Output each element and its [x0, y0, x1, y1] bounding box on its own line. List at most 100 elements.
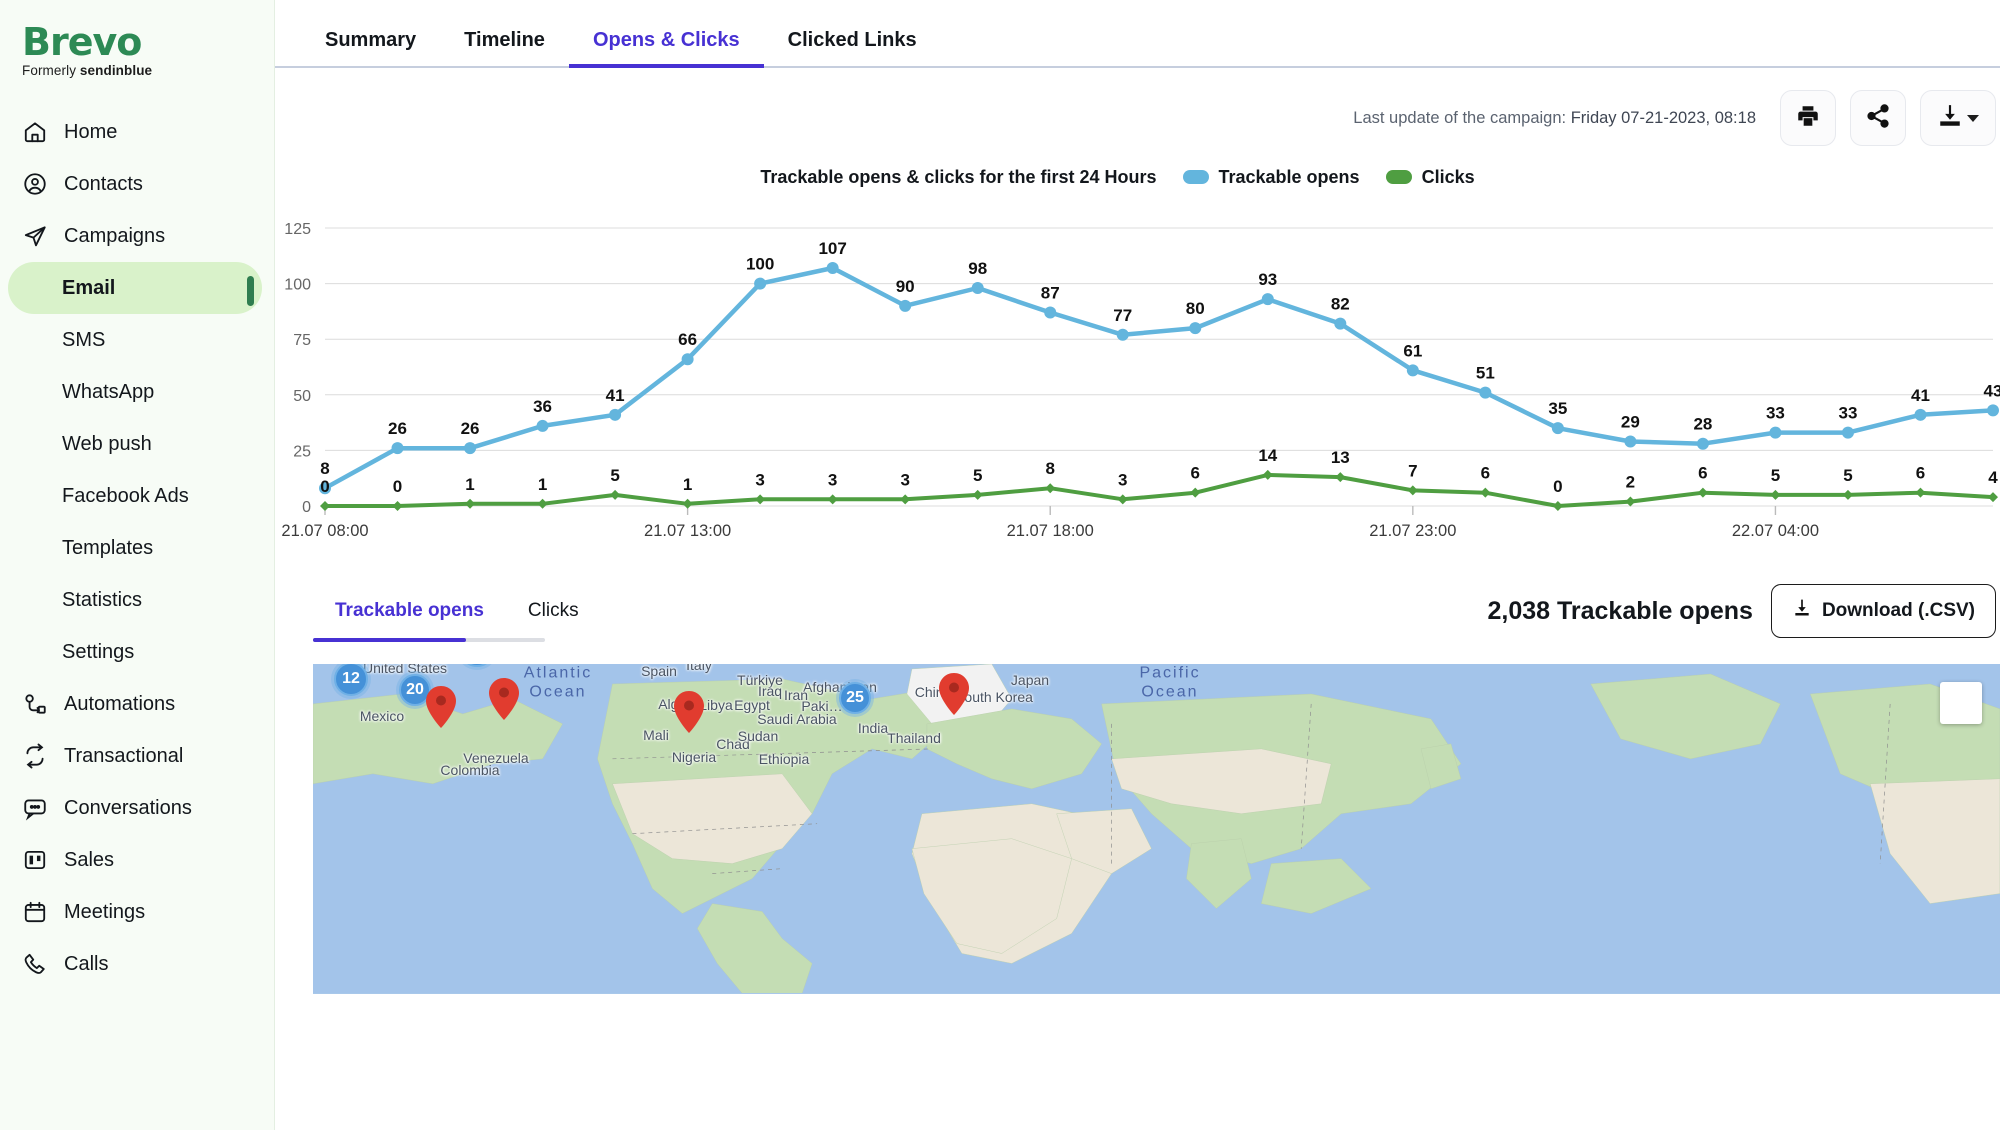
tab-clicks[interactable]: Clicks — [506, 600, 601, 638]
sidebar-item-label: WhatsApp — [62, 380, 155, 403]
svg-text:5: 5 — [1771, 466, 1780, 485]
sidebar-item-home[interactable]: Home — [0, 106, 274, 158]
tab-trackable-opens[interactable]: Trackable opens — [313, 600, 506, 638]
sidebar-item-campaigns[interactable]: Campaigns — [0, 210, 274, 262]
svg-text:1: 1 — [465, 475, 474, 494]
map-ocean-label: NorthPacificOcean — [1139, 664, 1201, 701]
svg-text:66: 66 — [678, 330, 697, 349]
svg-text:22.07 04:00: 22.07 04:00 — [1732, 522, 1819, 540]
svg-text:6: 6 — [1916, 464, 1925, 483]
svg-text:6: 6 — [1698, 464, 1707, 483]
svg-text:0: 0 — [1553, 477, 1562, 496]
share-button[interactable] — [1850, 90, 1906, 146]
home-icon — [22, 119, 48, 145]
trackable-opens-count: 2,038 Trackable opens — [1487, 596, 1753, 625]
map-country-label: Mexico — [359, 708, 405, 724]
sidebar-item-label: Settings — [62, 640, 135, 663]
sidebar-item-label: Email — [62, 276, 116, 299]
svg-text:21.07 23:00: 21.07 23:00 — [1369, 522, 1456, 540]
sidebar-item-calls[interactable]: Calls — [0, 938, 274, 990]
sidebar-item-meetings[interactable]: Meetings — [0, 886, 274, 938]
sidebar-item-statistics[interactable]: Statistics — [0, 574, 274, 626]
fullscreen-button[interactable] — [1940, 682, 1983, 729]
map-pin-marker[interactable] — [489, 678, 519, 725]
tab-summary[interactable]: Summary — [313, 29, 440, 66]
logo-text: Brevo — [22, 20, 142, 64]
map-ocean-label: NorthAtlanticOcean — [523, 664, 593, 701]
chat-icon — [22, 795, 48, 821]
legend-trackable-opens[interactable]: Trackable opens — [1182, 166, 1360, 188]
world-map-graphic — [313, 664, 2000, 994]
svg-text:1: 1 — [683, 475, 692, 494]
sidebar-item-templates[interactable]: Templates — [0, 522, 274, 574]
svg-text:77: 77 — [1113, 306, 1132, 325]
svg-text:8: 8 — [1045, 459, 1054, 478]
sidebar-item-label: Facebook Ads — [62, 484, 189, 507]
svg-text:5: 5 — [973, 466, 982, 485]
svg-text:80: 80 — [1186, 299, 1205, 318]
svg-text:41: 41 — [606, 386, 625, 405]
download-csv-button[interactable]: Download (.CSV) — [1770, 584, 1996, 638]
svg-text:75: 75 — [293, 332, 311, 349]
csv-row: 2,038 Trackable opens Download (.CSV) — [1487, 584, 1996, 638]
sidebar-item-contacts[interactable]: Contacts — [0, 158, 274, 210]
sidebar-item-webpush[interactable]: Web push — [0, 418, 274, 470]
sidebar-item-automations[interactable]: Automations — [0, 678, 274, 730]
sidebar-item-sms[interactable]: SMS — [0, 314, 274, 366]
map-country-label: Ethiopia — [758, 751, 810, 767]
sidebar-item-label: Contacts — [64, 173, 143, 195]
svg-text:98: 98 — [968, 259, 987, 278]
map-cluster-marker[interactable]: 25 — [839, 682, 871, 714]
svg-text:21.07 08:00: 21.07 08:00 — [281, 522, 368, 540]
print-button[interactable] — [1780, 90, 1836, 146]
tab-opens-clicks[interactable]: Opens & Clicks — [568, 29, 764, 68]
legend-label: Trackable opens — [1218, 166, 1360, 187]
tab-timeline[interactable]: Timeline — [440, 29, 569, 66]
print-icon — [1795, 103, 1821, 134]
map-country-label: India — [857, 720, 889, 736]
legend-swatch — [1182, 170, 1209, 184]
map-country-label: Egypt — [734, 697, 770, 713]
download-button[interactable] — [1920, 90, 1996, 146]
geo-section-header: Trackable opens Clicks 2,038 Trackable o… — [275, 566, 2000, 638]
legend-swatch — [1385, 170, 1412, 184]
sidebar-item-sales[interactable]: Sales — [0, 834, 274, 886]
logo-tagline: Formerly sendinblue — [22, 63, 153, 78]
svg-text:0: 0 — [302, 499, 311, 516]
map-country-label: Nigeria — [671, 749, 717, 765]
sidebar-item-label: Conversations — [64, 797, 192, 819]
toolbar: Last update of the campaign: Friday 07-2… — [275, 68, 2000, 146]
svg-text:21.07 13:00: 21.07 13:00 — [644, 522, 731, 540]
map-pin-marker[interactable] — [939, 673, 969, 720]
last-update: Last update of the campaign: Friday 07-2… — [1353, 109, 1756, 128]
svg-text:3: 3 — [1118, 470, 1127, 489]
tab-clicked-links[interactable]: Clicked Links — [764, 29, 941, 66]
svg-text:100: 100 — [284, 277, 311, 294]
sidebar-item-label: Statistics — [62, 588, 143, 611]
map-country-label: United States — [362, 664, 448, 676]
sidebar-item-facebook-ads[interactable]: Facebook Ads — [0, 470, 274, 522]
contacts-icon — [22, 171, 48, 197]
map-pin-marker[interactable] — [426, 686, 456, 733]
download-icon — [1937, 103, 1963, 134]
legend-clicks[interactable]: Clicks — [1385, 167, 1475, 188]
svg-text:5: 5 — [1843, 466, 1852, 485]
svg-text:2: 2 — [1626, 473, 1635, 492]
sidebar-item-label: Meetings — [64, 901, 146, 923]
map-pin-marker[interactable] — [674, 691, 704, 738]
sidebar-item-settings[interactable]: Settings — [0, 626, 274, 678]
svg-text:35: 35 — [1548, 399, 1567, 418]
geo-map[interactable]: NorthPacificOceanNorthAtlanticOceanNorth… — [313, 664, 2000, 994]
sidebar-item-whatsapp[interactable]: WhatsApp — [0, 366, 274, 418]
sidebar-item-transactional[interactable]: Transactional — [0, 730, 274, 782]
sidebar-item-label: Transactional — [64, 745, 184, 767]
svg-text:3: 3 — [828, 470, 837, 489]
sidebar-item-label: Templates — [62, 536, 154, 559]
sidebar-item-email[interactable]: Email — [8, 262, 262, 314]
svg-text:4: 4 — [1988, 468, 1998, 487]
svg-text:7: 7 — [1408, 461, 1417, 480]
sidebar-item-conversations[interactable]: Conversations — [0, 782, 274, 834]
download-csv-label: Download (.CSV) — [1821, 600, 1975, 621]
chevron-down-icon — [1967, 114, 1979, 122]
brand-logo[interactable]: Brevo Formerly sendinblue — [0, 12, 274, 96]
